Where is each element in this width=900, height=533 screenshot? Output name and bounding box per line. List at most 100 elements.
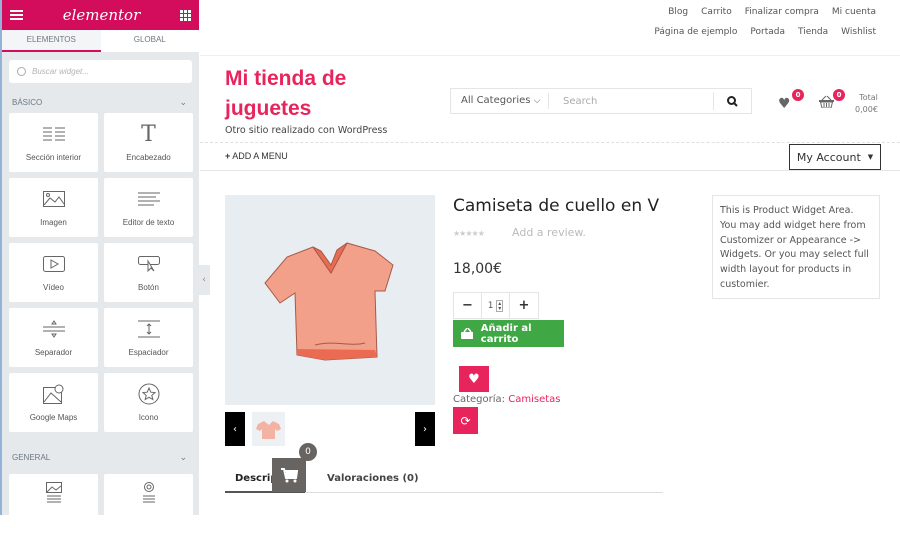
widget-icon-box[interactable] — [104, 474, 193, 533]
widget-label: Sección interior — [25, 153, 82, 162]
add-to-cart-button[interactable]: Añadir al carrito — [453, 320, 564, 347]
link-tienda[interactable]: Tienda — [798, 27, 828, 37]
divider — [200, 142, 900, 143]
cart-header-button[interactable] — [819, 93, 834, 112]
chevron-right-icon: › — [423, 423, 427, 435]
tshirt-image — [264, 242, 394, 361]
top-menu-row1: Blog Carrito Finalizar compra Mi cuenta — [668, 7, 876, 17]
widget-label: Separador — [34, 348, 73, 357]
caret-down-icon: ▼ — [867, 153, 874, 161]
section-title: GENERAL — [12, 452, 51, 462]
section-general-header[interactable]: GENERAL ⌄ — [2, 446, 199, 468]
increase-quantity-button[interactable]: + — [510, 293, 538, 318]
product-image[interactable] — [225, 195, 435, 405]
plus-icon: + — [518, 298, 530, 313]
widgets-grid-icon[interactable] — [179, 9, 191, 21]
quantity-input[interactable]: 1 ▴ ▾ — [482, 293, 510, 318]
thumb-next-button[interactable]: › — [415, 412, 435, 446]
category-select[interactable]: All Categories ⌵ — [451, 93, 549, 109]
widget-label: Imagen — [40, 218, 67, 227]
floating-cart-button[interactable] — [272, 458, 306, 492]
link-blog[interactable]: Blog — [668, 7, 688, 17]
search-input[interactable]: Search — [549, 96, 713, 107]
my-account-label: My Account — [796, 150, 861, 164]
widget-image[interactable]: Imagen — [9, 178, 98, 237]
basket-icon — [819, 95, 834, 109]
tab-elementos[interactable]: ELEMENTOS — [2, 30, 101, 52]
wishlist-header-button[interactable]: ♥ — [778, 93, 791, 112]
tab-global[interactable]: GLOBAL — [101, 30, 200, 52]
product-price: 18,00€ — [453, 261, 502, 277]
menu-icon[interactable] — [10, 10, 23, 20]
widget-video[interactable]: Vídeo — [9, 243, 98, 302]
thumb-prev-button[interactable]: ‹ — [225, 412, 245, 446]
search-icon — [17, 67, 26, 76]
panel-tabs: ELEMENTOS GLOBAL — [2, 30, 199, 52]
widget-label: Botón — [138, 283, 159, 292]
widget-image-box[interactable] — [9, 474, 98, 533]
decrease-quantity-button[interactable]: − — [454, 293, 482, 318]
divider — [200, 170, 900, 171]
widget-inner-section[interactable]: Sección interior — [9, 113, 98, 172]
chevron-down-icon: ⌄ — [179, 451, 187, 462]
link-pagina-ejemplo[interactable]: Página de ejemplo — [654, 27, 737, 37]
site-tagline: Otro sitio realizado con WordPress — [225, 125, 388, 136]
image-box-icon — [45, 482, 62, 504]
tshirt-thumbnail — [256, 421, 281, 439]
plus-icon: + — [225, 151, 231, 161]
elementor-logo: elementor — [62, 6, 141, 24]
video-icon — [42, 253, 65, 275]
site-title[interactable]: Mi tienda de juguetes — [225, 64, 346, 124]
rating-stars: ★★★★★ — [453, 229, 485, 238]
icon-box-icon — [141, 482, 157, 504]
quantity-stepper: − 1 ▴ ▾ + — [453, 292, 539, 319]
widget-label: Vídeo — [43, 283, 64, 292]
basket-icon — [461, 328, 473, 339]
product-category: Categoría: Camisetas — [453, 394, 561, 405]
my-account-dropdown[interactable]: My Account ▼ — [789, 144, 881, 170]
page-preview: Blog Carrito Finalizar compra Mi cuenta … — [200, 0, 900, 515]
text-editor-icon — [137, 188, 160, 210]
widget-google-maps[interactable]: Google Maps — [9, 373, 98, 432]
widget-label: Icono — [138, 413, 159, 422]
add-review-link[interactable]: Add a review. — [512, 226, 586, 239]
widget-spacer[interactable]: Espaciador — [104, 308, 193, 367]
search-placeholder: Buscar widget... — [32, 67, 89, 76]
link-mi-cuenta[interactable]: Mi cuenta — [832, 7, 876, 17]
widget-label: Google Maps — [29, 413, 78, 422]
product-search: All Categories ⌵ Search — [450, 88, 752, 114]
search-button[interactable] — [713, 92, 751, 110]
tab-valoraciones[interactable]: Valoraciones (0) — [327, 473, 419, 484]
widget-icon[interactable]: Icono — [104, 373, 193, 432]
widget-button[interactable]: Botón — [104, 243, 193, 302]
compare-button[interactable]: ⟳ — [453, 407, 478, 434]
widget-divider[interactable]: Separador — [9, 308, 98, 367]
link-finalizar-compra[interactable]: Finalizar compra — [745, 7, 819, 17]
widget-search-input[interactable]: Buscar widget... — [9, 60, 192, 83]
widget-heading[interactable]: T Encabezado — [104, 113, 193, 172]
thumbnail-image[interactable] — [252, 412, 285, 446]
wishlist-count-badge: 0 — [792, 89, 804, 101]
chevron-left-icon: ‹ — [233, 423, 237, 435]
link-portada[interactable]: Portada — [750, 27, 785, 37]
category-label: Categoría: — [453, 394, 506, 405]
add-menu-link[interactable]: + ADD A MENU — [225, 151, 288, 161]
link-carrito[interactable]: Carrito — [701, 7, 732, 17]
site-title-line2: juguetes — [225, 97, 312, 120]
search-icon — [727, 95, 738, 107]
add-menu-label: ADD A MENU — [232, 151, 288, 161]
quantity-value: 1 — [487, 300, 494, 311]
cart-total: Total 0,00€ — [855, 92, 878, 116]
section-basico-header[interactable]: BÁSICO ⌄ — [2, 91, 199, 113]
image-icon — [42, 188, 65, 210]
minus-icon: − — [462, 298, 473, 313]
cart-icon — [280, 467, 298, 482]
floating-cart-count: 0 — [299, 443, 317, 461]
widget-text-editor[interactable]: Editor de texto — [104, 178, 193, 237]
panel-header: elementor — [2, 0, 199, 30]
add-to-wishlist-button[interactable]: ♥ — [459, 366, 489, 392]
link-wishlist[interactable]: Wishlist — [841, 27, 876, 37]
product-title: Camiseta de cuello en V — [453, 196, 660, 216]
chevron-down-icon: ⌵ — [533, 96, 541, 106]
category-link[interactable]: Camisetas — [508, 394, 560, 405]
